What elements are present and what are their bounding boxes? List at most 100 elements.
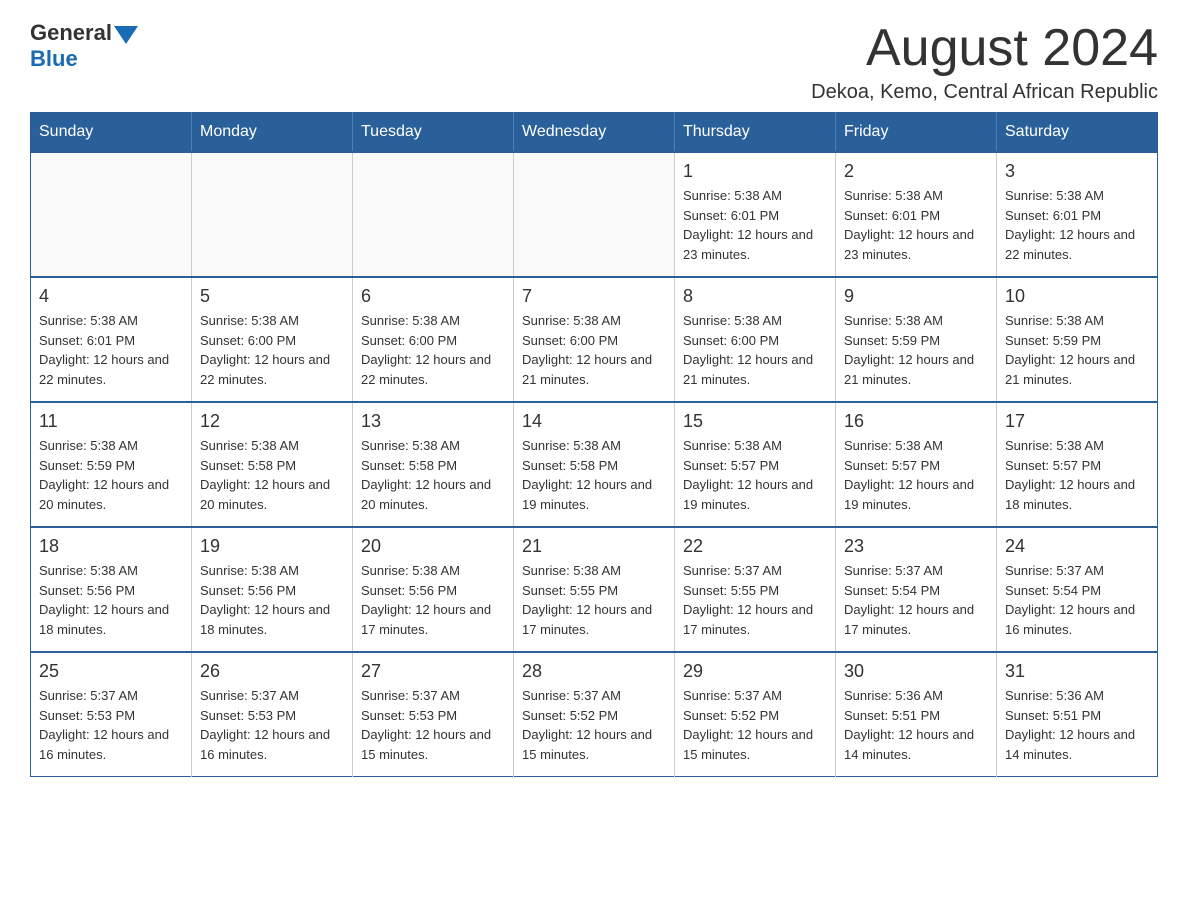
day-header-sunday: Sunday (31, 113, 192, 153)
calendar-cell: 11 Sunrise: 5:38 AMSunset: 5:59 PMDayligh… (31, 402, 192, 527)
day-info: Sunrise: 5:38 AMSunset: 6:01 PMDaylight:… (39, 311, 183, 389)
calendar-week-row: 25 Sunrise: 5:37 AMSunset: 5:53 PMDayligh… (31, 652, 1158, 777)
calendar-cell: 7Sunrise: 5:38 AMSunset: 6:00 PMDaylight… (514, 277, 675, 402)
day-info: Sunrise: 5:37 AMSunset: 5:55 PMDaylight:… (683, 561, 827, 639)
day-header-saturday: Saturday (997, 113, 1158, 153)
calendar-cell: 15 Sunrise: 5:38 AMSunset: 5:57 PMDayligh… (675, 402, 836, 527)
day-info: Sunrise: 5:37 AMSunset: 5:52 PMDaylight:… (683, 686, 827, 764)
day-info: Sunrise: 5:37 AMSunset: 5:54 PMDaylight:… (844, 561, 988, 639)
day-number: 15 (683, 411, 827, 432)
day-number: 6 (361, 286, 505, 307)
day-number: 28 (522, 661, 666, 682)
day-header-monday: Monday (192, 113, 353, 153)
day-number: 18 (39, 536, 183, 557)
day-number: 19 (200, 536, 344, 557)
calendar-cell: 20 Sunrise: 5:38 AMSunset: 5:56 PMDayligh… (353, 527, 514, 652)
day-info: Sunrise: 5:37 AMSunset: 5:53 PMDaylight:… (39, 686, 183, 764)
day-info: Sunrise: 5:36 AMSunset: 5:51 PMDaylight:… (1005, 686, 1149, 764)
month-title: August 2024 (811, 20, 1158, 77)
logo-general-text: General (30, 20, 112, 46)
day-header-wednesday: Wednesday (514, 113, 675, 153)
day-header-friday: Friday (836, 113, 997, 153)
calendar-week-row: 1Sunrise: 5:38 AMSunset: 6:01 PMDaylight… (31, 152, 1158, 277)
calendar-cell: 28 Sunrise: 5:37 AMSunset: 5:52 PMDayligh… (514, 652, 675, 777)
day-info: Sunrise: 5:38 AMSunset: 5:57 PMDaylight:… (683, 436, 827, 514)
day-info: Sunrise: 5:37 AMSunset: 5:53 PMDaylight:… (361, 686, 505, 764)
day-info: Sunrise: 5:36 AMSunset: 5:51 PMDaylight:… (844, 686, 988, 764)
day-number: 23 (844, 536, 988, 557)
calendar-cell: 6 Sunrise: 5:38 AMSunset: 6:00 PMDaylight… (353, 277, 514, 402)
day-number: 2 (844, 161, 988, 182)
calendar-body: 1Sunrise: 5:38 AMSunset: 6:01 PMDaylight… (31, 152, 1158, 777)
day-info: Sunrise: 5:38 AMSunset: 5:58 PMDaylight:… (361, 436, 505, 514)
calendar-cell: 19Sunrise: 5:38 AMSunset: 5:56 PMDayligh… (192, 527, 353, 652)
day-info: Sunrise: 5:38 AMSunset: 6:01 PMDaylight:… (1005, 186, 1149, 264)
day-number: 25 (39, 661, 183, 682)
day-info: Sunrise: 5:37 AMSunset: 5:54 PMDaylight:… (1005, 561, 1149, 639)
calendar-cell: 10 Sunrise: 5:38 AMSunset: 5:59 PMDayligh… (997, 277, 1158, 402)
day-number: 22 (683, 536, 827, 557)
calendar-cell: 9 Sunrise: 5:38 AMSunset: 5:59 PMDaylight… (836, 277, 997, 402)
day-info: Sunrise: 5:38 AMSunset: 6:00 PMDaylight:… (683, 311, 827, 389)
day-info: Sunrise: 5:38 AMSunset: 5:57 PMDaylight:… (1005, 436, 1149, 514)
calendar-cell: 3 Sunrise: 5:38 AMSunset: 6:01 PMDaylight… (997, 152, 1158, 277)
calendar-cell: 17Sunrise: 5:38 AMSunset: 5:57 PMDayligh… (997, 402, 1158, 527)
day-info: Sunrise: 5:38 AMSunset: 6:00 PMDaylight:… (361, 311, 505, 389)
calendar-cell: 26Sunrise: 5:37 AMSunset: 5:53 PMDayligh… (192, 652, 353, 777)
day-number: 7 (522, 286, 666, 307)
day-info: Sunrise: 5:38 AMSunset: 6:01 PMDaylight:… (844, 186, 988, 264)
day-number: 8 (683, 286, 827, 307)
day-info: Sunrise: 5:38 AMSunset: 5:57 PMDaylight:… (844, 436, 988, 514)
day-number: 3 (1005, 161, 1149, 182)
day-info: Sunrise: 5:37 AMSunset: 5:53 PMDaylight:… (200, 686, 344, 764)
calendar-cell: 23 Sunrise: 5:37 AMSunset: 5:54 PMDayligh… (836, 527, 997, 652)
day-number: 5 (200, 286, 344, 307)
logo-blue-text: Blue (30, 46, 78, 72)
day-info: Sunrise: 5:38 AMSunset: 6:01 PMDaylight:… (683, 186, 827, 264)
calendar-cell: 8 Sunrise: 5:38 AMSunset: 6:00 PMDaylight… (675, 277, 836, 402)
day-number: 24 (1005, 536, 1149, 557)
day-number: 13 (361, 411, 505, 432)
calendar-cell (192, 152, 353, 277)
logo-triangle-icon (114, 26, 138, 44)
day-number: 4 (39, 286, 183, 307)
day-info: Sunrise: 5:38 AMSunset: 5:59 PMDaylight:… (844, 311, 988, 389)
calendar-cell: 5 Sunrise: 5:38 AMSunset: 6:00 PMDaylight… (192, 277, 353, 402)
calendar-header: SundayMondayTuesdayWednesdayThursdayFrid… (31, 113, 1158, 153)
title-area: August 2024 Dekoa, Kemo, Central African… (811, 20, 1158, 104)
day-number: 20 (361, 536, 505, 557)
calendar-cell: 13 Sunrise: 5:38 AMSunset: 5:58 PMDayligh… (353, 402, 514, 527)
day-number: 10 (1005, 286, 1149, 307)
day-info: Sunrise: 5:37 AMSunset: 5:52 PMDaylight:… (522, 686, 666, 764)
calendar-cell: 22 Sunrise: 5:37 AMSunset: 5:55 PMDayligh… (675, 527, 836, 652)
day-number: 11 (39, 411, 183, 432)
logo: General Blue (30, 20, 138, 72)
day-info: Sunrise: 5:38 AMSunset: 5:59 PMDaylight:… (1005, 311, 1149, 389)
calendar-cell: 24 Sunrise: 5:37 AMSunset: 5:54 PMDayligh… (997, 527, 1158, 652)
day-number: 9 (844, 286, 988, 307)
day-info: Sunrise: 5:38 AMSunset: 5:58 PMDaylight:… (200, 436, 344, 514)
calendar-cell (514, 152, 675, 277)
day-header-tuesday: Tuesday (353, 113, 514, 153)
page-header: General Blue August 2024 Dekoa, Kemo, Ce… (30, 20, 1158, 104)
calendar-cell (31, 152, 192, 277)
day-info: Sunrise: 5:38 AMSunset: 5:59 PMDaylight:… (39, 436, 183, 514)
calendar-cell: 31Sunrise: 5:36 AMSunset: 5:51 PMDayligh… (997, 652, 1158, 777)
location-title: Dekoa, Kemo, Central African Republic (811, 81, 1158, 104)
calendar-cell: 27 Sunrise: 5:37 AMSunset: 5:53 PMDayligh… (353, 652, 514, 777)
calendar-cell: 18Sunrise: 5:38 AMSunset: 5:56 PMDayligh… (31, 527, 192, 652)
calendar-week-row: 4 Sunrise: 5:38 AMSunset: 6:01 PMDaylight… (31, 277, 1158, 402)
day-info: Sunrise: 5:38 AMSunset: 6:00 PMDaylight:… (200, 311, 344, 389)
day-number: 30 (844, 661, 988, 682)
calendar-cell: 21Sunrise: 5:38 AMSunset: 5:55 PMDayligh… (514, 527, 675, 652)
calendar-cell: 14Sunrise: 5:38 AMSunset: 5:58 PMDayligh… (514, 402, 675, 527)
calendar-week-row: 11 Sunrise: 5:38 AMSunset: 5:59 PMDayligh… (31, 402, 1158, 527)
calendar-week-row: 18 Sunrise: 5:38 AMSunset: 5:56 PMDayligh… (31, 527, 1158, 652)
day-header-thursday: Thursday (675, 113, 836, 153)
day-info: Sunrise: 5:38 AMSunset: 5:56 PMDaylight:… (361, 561, 505, 639)
day-info: Sunrise: 5:38 AMSunset: 5:58 PMDaylight:… (522, 436, 666, 514)
calendar-cell (353, 152, 514, 277)
calendar-cell: 2 Sunrise: 5:38 AMSunset: 6:01 PMDaylight… (836, 152, 997, 277)
day-number: 27 (361, 661, 505, 682)
day-info: Sunrise: 5:38 AMSunset: 5:55 PMDaylight:… (522, 561, 666, 639)
